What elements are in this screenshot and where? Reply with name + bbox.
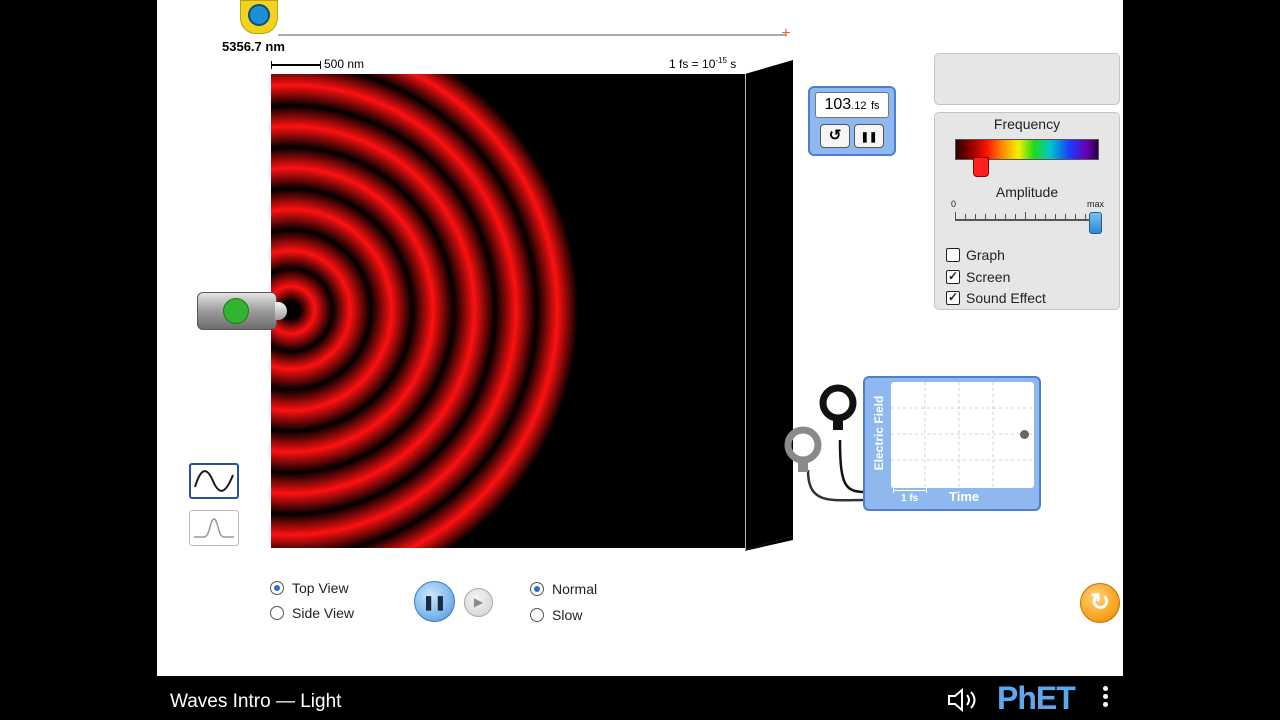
reset-icon: ↺ [828,127,842,144]
stopwatch-pause-button[interactable]: ❚❚ [854,124,884,148]
electric-field-probe-black[interactable] [819,384,859,436]
frequency-slider-thumb[interactable] [972,157,989,177]
side-view-radio-button[interactable] [270,606,284,621]
time-scale-prefix: 1 fs = 10 [669,57,716,71]
stopwatch-unit: fs [870,100,880,112]
length-scale-bar [271,61,321,69]
screen-checkbox-label: Screen [966,269,1011,285]
graph-checkbox[interactable]: Graph [946,246,1005,264]
pause-icon: ❚❚ [422,594,447,610]
slow-speed-radio[interactable]: Slow [530,606,582,624]
amplitude-tick [955,212,956,219]
continuous-wave-button[interactable] [189,463,239,499]
amplitude-min-label: 0 [951,199,957,209]
sound-effect-checkbox[interactable]: ✓ Sound Effect [946,289,1046,307]
time-scale-label: 1 fs = 10-15 s [669,56,736,71]
graph-checkbox-box[interactable] [946,248,960,263]
stopwatch-value: 103 [824,96,852,113]
light-screen [745,60,793,551]
time-scale-suffix: s [726,57,737,71]
stopwatch-readout: 103.12 fs [815,92,889,118]
wave-pattern [271,74,587,548]
pulse-wave-icon [194,518,234,538]
menu-icon[interactable] [1103,686,1109,710]
length-scale-label: 500 nm [324,57,365,71]
sound-effect-checkbox-label: Sound Effect [966,290,1046,306]
stopwatch-reset-button[interactable]: ↺ [820,124,850,148]
amplitude-tick [985,214,986,219]
sensor-plot [891,382,1034,488]
sensor-plot-point [1020,430,1029,439]
top-view-radio[interactable]: Top View [270,579,349,597]
amplitude-slider-thumb[interactable] [1089,212,1102,234]
tape-measure-readout: 5356.7 nm [222,39,285,54]
top-view-radio-button[interactable] [270,581,284,596]
side-view-label: Side View [292,605,355,621]
amplitude-tick [1045,214,1046,219]
amplitude-tick [1065,214,1066,219]
normal-speed-radio-button[interactable] [530,582,544,597]
top-view-label: Top View [292,580,349,596]
amplitude-tick [975,214,976,219]
amplitude-max-label: max [1087,199,1105,209]
tape-measure-end-handle[interactable]: + [779,26,793,42]
sensor-grid [891,382,1034,488]
normal-speed-radio[interactable]: Normal [530,580,597,598]
side-view-radio[interactable]: Side View [270,604,354,622]
emitter-on-button[interactable] [223,298,249,324]
reset-all-button[interactable]: ↻ [1080,583,1120,623]
amplitude-tick [1055,214,1056,219]
amplitude-tick [1025,212,1026,219]
tape-measure-line [278,34,786,36]
phet-logo[interactable]: PhET [997,680,1076,717]
amplitude-tick [1085,214,1086,219]
simulation-area: + 5356.7 nm 500 nm 1 fs = 10-15 s 103.12… [157,0,1123,676]
tape-measure-dial-icon [248,4,270,26]
amplitude-tick [1015,214,1016,219]
amplitude-tick [1035,214,1036,219]
normal-speed-label: Normal [552,581,598,597]
amplitude-slider[interactable] [955,212,1096,221]
pause-icon: ❚❚ [860,132,878,143]
graph-checkbox-label: Graph [966,247,1005,263]
stopwatch-decimals: .12 [851,100,867,112]
reset-all-icon: ↻ [1089,589,1111,616]
electric-field-axis-label: Electric Field [872,395,886,471]
navigation-bar: Waves Intro — Light PhET [157,676,1123,720]
slow-speed-radio-button[interactable] [530,608,544,623]
amplitude-tick [995,214,996,219]
blank-panel [934,53,1120,105]
slow-speed-label: Slow [552,607,583,623]
sine-wave-icon [194,470,234,492]
screen-checkbox-box[interactable]: ✓ [946,270,960,285]
amplitude-tick [1075,214,1076,219]
time-scale-exponent: -15 [715,56,727,65]
electric-field-probe-gray[interactable] [784,426,824,478]
sensor-time-scale-label: 1 fs [901,493,919,504]
time-axis-label: Time [949,489,980,504]
play-pause-button[interactable]: ❚❚ [414,581,455,622]
amplitude-tick [1005,214,1006,219]
amplitude-tick [965,214,966,219]
sound-icon[interactable] [947,688,981,712]
pulse-wave-button[interactable] [189,510,239,546]
frequency-label: Frequency [993,116,1061,132]
step-forward-button[interactable]: ▶ [464,588,493,617]
sound-effect-checkbox-box[interactable]: ✓ [946,291,960,306]
sim-title: Waves Intro — Light [170,691,342,712]
step-icon: ▶ [473,595,484,609]
wave-area [271,74,745,548]
amplitude-label: Amplitude [995,184,1059,200]
screen-checkbox[interactable]: ✓ Screen [946,268,1010,286]
